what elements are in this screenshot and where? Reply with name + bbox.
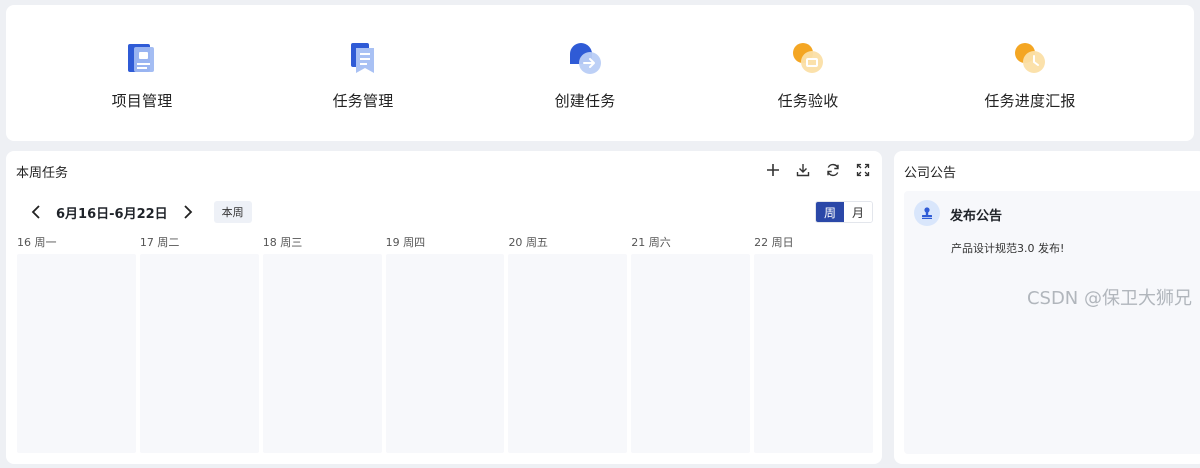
day-cell[interactable]: [631, 254, 751, 453]
announcement-item[interactable]: 发布公告 产品设计规范3.0 发布!: [904, 191, 1200, 454]
day-header: 20 周五: [508, 235, 627, 254]
week-tasks-panel: 本周任务 6月16日-6月22日 本周 周 月 16 周一 17 周二 18 周…: [6, 151, 882, 464]
day-weekday: 周五: [525, 236, 548, 249]
day-column: 21 周六: [631, 235, 751, 453]
day-column: 20 周五: [508, 235, 628, 453]
create-task-icon: [565, 38, 605, 78]
day-column: 16 周一: [17, 235, 136, 453]
progress-report-icon: [1010, 38, 1050, 78]
quick-action-project-management[interactable]: 项目管理: [62, 38, 222, 111]
download-icon[interactable]: [794, 161, 812, 179]
day-column: 17 周二: [139, 235, 259, 453]
day-header: 17 周二: [140, 235, 259, 254]
day-weekday: 周六: [648, 236, 671, 249]
day-header: 18 周三: [263, 235, 382, 254]
announcement-title: 发布公告: [950, 209, 1003, 224]
date-navigator: 6月16日-6月22日 本周: [28, 201, 252, 223]
quick-action-label: 任务进度汇报: [984, 92, 1076, 110]
day-header: 22 周日: [754, 235, 873, 254]
this-week-button[interactable]: 本周: [213, 201, 252, 223]
chevron-left-icon[interactable]: [28, 201, 44, 223]
day-weekday: 周二: [157, 236, 180, 249]
quick-action-label: 任务管理: [332, 92, 394, 110]
quick-action-create-task[interactable]: 创建任务: [505, 38, 665, 111]
week-days-grid: 16 周一 17 周二 18 周三 19 周四 20 周五 21 周六 22 周…: [17, 235, 874, 453]
day-header: 16 周一: [17, 235, 136, 254]
watermark: CSDN @保卫大狮兄: [1026, 288, 1192, 309]
day-header: 21 周六: [631, 235, 750, 254]
day-weekday: 周三: [280, 236, 303, 249]
refresh-icon[interactable]: [824, 161, 842, 179]
acceptance-icon: [788, 38, 828, 78]
stamp-icon: [914, 200, 940, 226]
panel-title: 公司公告: [904, 166, 957, 181]
chevron-right-icon[interactable]: [180, 201, 196, 223]
project-icon: [122, 38, 162, 78]
day-weekday: 周一: [34, 236, 57, 249]
add-icon[interactable]: [764, 161, 782, 179]
day-number: 20: [508, 236, 523, 249]
quick-action-label: 创建任务: [554, 92, 616, 110]
panel-toolbar: [764, 161, 872, 179]
quick-action-label: 项目管理: [111, 92, 173, 110]
quick-action-label: 任务验收: [777, 92, 839, 110]
day-weekday: 周四: [403, 236, 426, 249]
day-weekday: 周日: [771, 236, 794, 249]
month-view-button[interactable]: 月: [844, 202, 872, 222]
day-column: 18 周三: [262, 235, 382, 453]
day-number: 19: [385, 236, 400, 249]
quick-action-task-management[interactable]: 任务管理: [283, 38, 443, 111]
task-icon: [343, 38, 383, 78]
day-cell[interactable]: [385, 254, 505, 453]
view-toggle: 周 月: [815, 201, 873, 223]
quick-action-progress-report[interactable]: 任务进度汇报: [950, 38, 1110, 111]
day-cell[interactable]: [262, 254, 382, 453]
quick-actions-panel: 项目管理 任务管理 创建任务 任务验收 任务进度汇报: [6, 5, 1194, 141]
quick-action-task-acceptance[interactable]: 任务验收: [728, 38, 888, 111]
day-number: 18: [262, 236, 277, 249]
day-number: 21: [631, 236, 646, 249]
day-column: 19 周四: [385, 235, 505, 453]
day-cell[interactable]: [139, 254, 259, 453]
announcement-text: 产品设计规范3.0 发布!: [951, 242, 1065, 255]
date-range-label: 6月16日-6月22日: [56, 206, 168, 222]
day-number: 22: [754, 236, 769, 249]
day-cell[interactable]: [17, 254, 136, 453]
day-column: 22 周日: [754, 235, 874, 453]
fullscreen-icon[interactable]: [854, 161, 872, 179]
day-header: 19 周四: [386, 235, 505, 254]
day-cell[interactable]: [508, 254, 628, 453]
day-number: 16: [17, 236, 31, 249]
week-view-button[interactable]: 周: [816, 202, 844, 222]
panel-title: 本周任务: [16, 166, 69, 181]
day-number: 17: [139, 236, 154, 249]
day-cell[interactable]: [754, 254, 874, 453]
